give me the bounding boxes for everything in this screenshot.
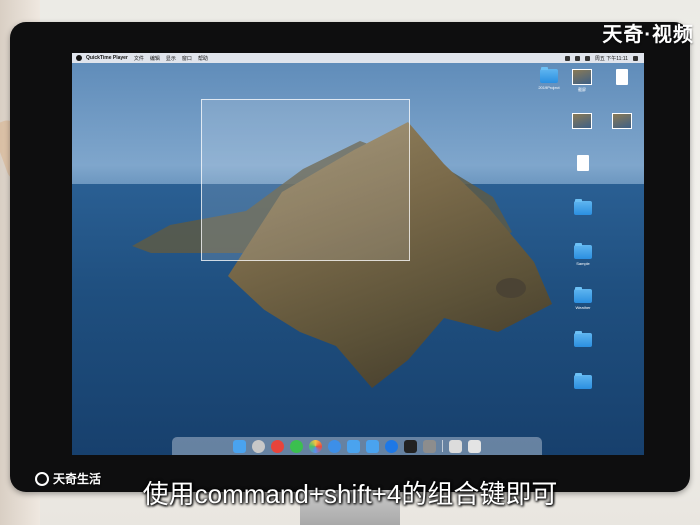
dock-separator — [442, 440, 443, 452]
desktop-item-label: Weather — [575, 305, 591, 310]
document-icon — [616, 69, 628, 85]
folder-icon — [574, 287, 592, 303]
finder-icon[interactable] — [233, 439, 246, 453]
desktop-item-label: 截屏 — [578, 87, 586, 92]
trash-icon[interactable] — [468, 439, 481, 453]
desktop-item[interactable] — [567, 113, 597, 131]
desktop-item[interactable] — [568, 199, 598, 217]
desktop-item-label: 2019Project — [538, 85, 560, 90]
appstore-icon[interactable] — [385, 439, 398, 453]
desktop-item-label: Sample — [576, 261, 590, 266]
menu-edit[interactable]: 编辑 — [150, 55, 160, 62]
wechat-icon[interactable] — [290, 439, 303, 453]
menu-view[interactable]: 显示 — [166, 55, 176, 62]
desktop-item[interactable] — [568, 155, 598, 173]
folder-icon — [574, 199, 592, 215]
video-subtitle: 使用command+shift+4的组合键即可 — [142, 479, 558, 509]
folder-icon — [574, 331, 592, 347]
safari-icon[interactable] — [328, 439, 341, 453]
terminal-icon[interactable] — [404, 439, 417, 453]
apple-menu-icon[interactable] — [76, 55, 82, 61]
wifi-icon[interactable] — [564, 55, 570, 61]
dock — [172, 437, 542, 455]
system-prefs-icon[interactable] — [423, 439, 436, 453]
weibo-icon[interactable] — [271, 439, 284, 453]
desktop-item[interactable]: Weather — [568, 287, 598, 310]
image-thumbnail-icon — [572, 69, 592, 85]
launchpad-icon[interactable] — [252, 439, 265, 453]
menu-help[interactable]: 帮助 — [198, 55, 208, 62]
desktop-item[interactable] — [568, 331, 598, 349]
preview-icon[interactable] — [449, 439, 462, 453]
spotlight-icon[interactable] — [633, 55, 638, 61]
desktop-item[interactable] — [607, 69, 637, 87]
screenshot-selection-area[interactable] — [201, 99, 410, 261]
input-method-icon[interactable] — [584, 55, 590, 61]
image-thumbnail-icon — [612, 113, 632, 129]
image-thumbnail-icon — [572, 113, 592, 129]
menu-bar: QuickTime Player 文件 编辑 显示 窗口 帮助 周五 下午11:… — [72, 53, 644, 63]
folder-icon[interactable] — [347, 439, 360, 453]
menu-window[interactable]: 窗口 — [182, 55, 192, 62]
desktop-item[interactable] — [607, 113, 637, 131]
menu-status-area: 周五 下午11:11 — [564, 55, 644, 62]
desktop-item[interactable] — [568, 373, 598, 391]
desktop-item[interactable]: 截屏 — [567, 69, 597, 93]
folder-icon[interactable] — [366, 439, 379, 453]
desktop-item[interactable]: Sample — [568, 243, 598, 266]
menu-clock[interactable]: 周五 下午11:11 — [595, 55, 628, 62]
desktop-item[interactable]: 2019Project — [534, 67, 564, 90]
folder-icon — [574, 243, 592, 259]
wallpaper-rock — [496, 278, 526, 298]
folder-icon — [540, 67, 558, 83]
brand-watermark-top: 天奇·视频 — [602, 24, 694, 46]
photos-icon[interactable] — [309, 439, 322, 453]
menu-app-name[interactable]: QuickTime Player — [86, 55, 128, 61]
folder-icon — [574, 373, 592, 389]
mac-desktop-screen: QuickTime Player 文件 编辑 显示 窗口 帮助 周五 下午11:… — [72, 53, 644, 455]
document-icon — [577, 155, 589, 171]
menu-file[interactable]: 文件 — [134, 55, 144, 62]
battery-icon[interactable] — [574, 55, 580, 61]
